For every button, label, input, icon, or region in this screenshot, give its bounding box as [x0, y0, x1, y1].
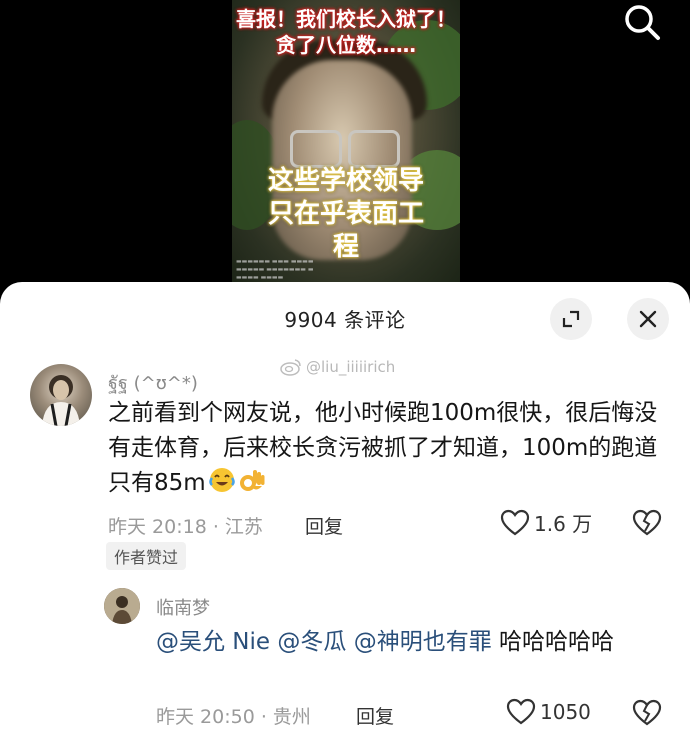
weibo-icon — [280, 359, 301, 376]
avatar[interactable] — [30, 364, 92, 426]
mention-link[interactable]: @吴允 Nie — [156, 629, 270, 655]
close-icon — [639, 310, 657, 328]
heart-icon — [500, 509, 530, 535]
comment-username[interactable]: 临南梦 — [156, 594, 210, 620]
heart-icon — [506, 698, 536, 725]
comment-text: @吴允 Nie @冬瓜 @神明也有罪 哈哈哈哈哈 — [156, 626, 656, 659]
avatar-image — [42, 375, 80, 426]
glasses — [290, 130, 400, 170]
mention-link[interactable]: @神明也有罪 — [354, 629, 492, 655]
like-count: 1.6 万 — [534, 512, 593, 536]
broken-heart-icon — [632, 509, 662, 536]
avatar-image — [104, 588, 140, 624]
comment-text-tail: 哈哈哈哈哈 — [499, 629, 614, 655]
video-player[interactable]: 喜报！我们校长入狱了！ 贪了八位数…… 这些学校领导 只在乎表面工 程 ▬▬▬▬… — [0, 0, 690, 300]
comment-time: 昨天 20:18 · 江苏 — [108, 516, 263, 538]
expand-icon — [562, 310, 580, 328]
dislike-button[interactable] — [632, 509, 662, 541]
close-button[interactable] — [627, 298, 669, 340]
expand-button[interactable] — [550, 298, 592, 340]
laugh-cry-emoji — [208, 468, 235, 492]
mention-link[interactable]: @冬瓜 — [277, 629, 346, 655]
ok-hand-emoji — [239, 470, 265, 491]
comment-text: 之前看到个网友说，他小时候跑100m很快，很后悔没有走体育，后来校长贪污被抓了才… — [108, 400, 658, 496]
avatar[interactable] — [104, 588, 140, 624]
search-icon — [625, 5, 660, 40]
video-fine-print: ▬▬▬▬▬▬ ▬▬▬ ▬▬▬▬ ▬▬▬▬▬ ▬▬▬▬▬▬▬ ▬ ▬▬▬▬ ▬▬▬▬ — [236, 258, 314, 281]
reply-button[interactable]: 回复 — [356, 702, 394, 729]
comment-time: 昨天 20:50 · 贵州 — [156, 706, 311, 728]
author-liked-badge: 作者赞过 — [106, 542, 187, 570]
video-frame[interactable]: 喜报！我们校长入狱了！ 贪了八位数…… 这些学校领导 只在乎表面工 程 ▬▬▬▬… — [232, 0, 460, 283]
like-button[interactable]: 1.6 万 — [500, 508, 592, 537]
watermark: @liu_iiiiirich — [280, 358, 395, 376]
like-button[interactable]: 1050 — [506, 698, 591, 726]
comment-username[interactable]: ฐัฐ (^ʊ^*) — [108, 368, 198, 397]
reply-button[interactable]: 回复 — [305, 512, 343, 539]
video-top-caption: 喜报！我们校长入狱了！ 贪了八位数…… — [236, 7, 456, 57]
video-middle-caption: 这些学校领导 只在乎表面工 程 — [267, 166, 424, 262]
broken-heart-icon — [632, 699, 662, 726]
like-count: 1050 — [540, 700, 591, 724]
dislike-button[interactable] — [632, 699, 662, 731]
search-button[interactable] — [620, 2, 664, 42]
comments-panel: 9904 条评论 @liu_iiiiirich ฐัฐ (^ʊ^*) 之前看到个 — [0, 282, 690, 742]
